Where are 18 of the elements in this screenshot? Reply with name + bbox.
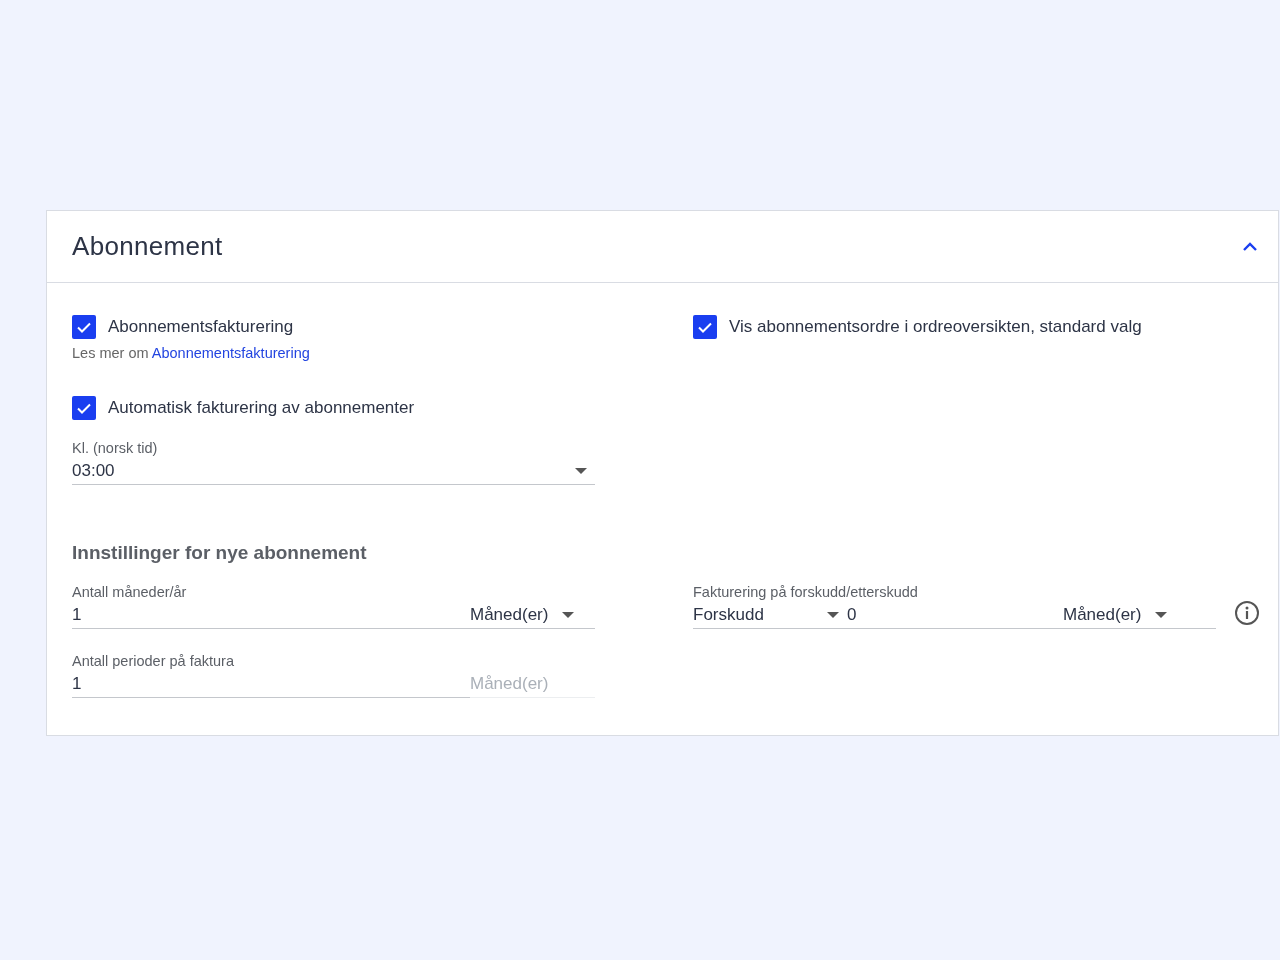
time-select[interactable]: 03:00 [72, 458, 595, 485]
panel-title: Abonnement [72, 231, 223, 262]
checkbox-label: Abonnementsfakturering [108, 317, 294, 337]
checkbox-label: Automatisk fakturering av abonnementer [108, 398, 415, 418]
help-text: Les mer om Abonnementsfakturering [72, 345, 311, 361]
checkbox-label: Vis abonnementsordre i ordreoversikten, standard valg [729, 317, 1142, 337]
help-link[interactable]: Abonnementsfakturering [151, 345, 310, 361]
mode-select[interactable]: Forskudd [693, 605, 839, 625]
field-label: Kl. (norsk tid) [72, 440, 159, 458]
input-field[interactable]: 0 [839, 605, 1063, 625]
input-field[interactable]: 1 [72, 674, 470, 694]
field-label: Fakturering på forskudd/etterskudd [693, 584, 919, 602]
unit-select[interactable]: Måned(er) [1063, 602, 1216, 628]
section-heading: Innstillinger for nye abonnement [72, 542, 368, 564]
unit-select[interactable]: Måned(er) [470, 602, 595, 628]
field-label: Antall måneder/år [72, 584, 188, 602]
input-field[interactable]: 1 [72, 605, 470, 625]
field-label: Antall perioder på faktura [72, 653, 235, 671]
